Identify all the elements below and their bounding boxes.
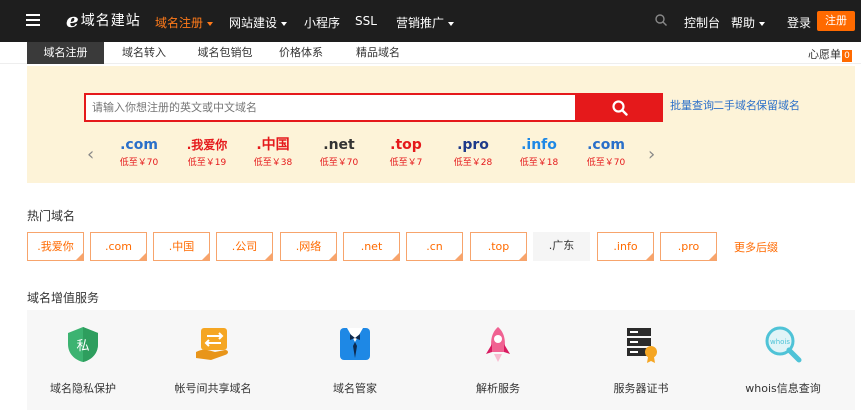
server-certificate-icon: [627, 328, 657, 363]
hot-tag[interactable]: .网络: [280, 232, 337, 261]
value-services-panel: 私 域名隐私保护 帐号间共享域名 域名管家 解析服务 服务器证书 whois w…: [27, 310, 855, 410]
service-item-certificate[interactable]: 服务器证书: [586, 324, 696, 396]
hot-tag[interactable]: .net: [343, 232, 400, 261]
hot-tag[interactable]: .公司: [216, 232, 273, 261]
domain-search-button[interactable]: [577, 93, 663, 122]
second-hand-domain-link[interactable]: 二手域名: [713, 97, 757, 113]
svg-text:whois: whois: [770, 338, 790, 346]
tld-card[interactable]: .com 低至￥70: [109, 137, 169, 168]
hot-domains-title: 热门域名: [27, 209, 76, 223]
tld-card[interactable]: .info 低至￥18: [509, 137, 569, 168]
search-icon: [612, 99, 628, 116]
tab-price-system[interactable]: 价格体系: [272, 42, 330, 64]
logo-text: 域名建站: [80, 13, 141, 29]
nav-item-marketing[interactable]: 营销推广: [396, 14, 455, 31]
hot-tag[interactable]: .pro: [660, 232, 717, 261]
tld-card[interactable]: .top 低至￥7: [376, 137, 436, 168]
reserved-domain-link[interactable]: 保留域名: [756, 97, 800, 113]
login-link[interactable]: 登录: [787, 14, 811, 31]
hot-tag[interactable]: .广东: [533, 232, 590, 261]
hot-tag[interactable]: .com: [90, 232, 147, 261]
nav-item-website-build[interactable]: 网站建设: [229, 14, 288, 31]
console-link[interactable]: 控制台: [684, 14, 720, 31]
butler-icon: [340, 328, 370, 360]
whois-search-icon: whois: [765, 326, 802, 363]
chevron-left-icon[interactable]: ‹: [87, 144, 94, 165]
chevron-down-icon: [281, 21, 288, 26]
nav-item-ssl[interactable]: SSL: [355, 14, 377, 28]
chevron-down-icon: [759, 21, 766, 26]
tab-domain-transfer[interactable]: 域名转入: [114, 42, 174, 64]
sub-navbar: 域名注册 域名转入 域名包销包 价格体系 精品域名 心愿单 0: [0, 42, 861, 64]
more-suffixes-link[interactable]: 更多后缀: [734, 239, 778, 255]
hot-tag[interactable]: .cn: [406, 232, 463, 261]
service-item-butler[interactable]: 域名管家: [300, 324, 410, 396]
hot-tag[interactable]: .中国: [153, 232, 210, 261]
service-item-dns[interactable]: 解析服务: [443, 324, 553, 396]
hot-tag[interactable]: .info: [597, 232, 654, 261]
tab-domain-package[interactable]: 域名包销包: [190, 42, 260, 64]
nav-item-domain-register[interactable]: 域名注册: [155, 14, 214, 31]
rocket-icon: [486, 327, 510, 362]
chevron-down-icon: [448, 21, 455, 26]
top-navbar: e 域名建站 域名注册 网站建设 小程序 SSL 营销推广 控制台 帮助 登录 …: [0, 0, 861, 42]
hot-tag[interactable]: .top: [470, 232, 527, 261]
svg-text:私: 私: [76, 339, 89, 354]
help-menu[interactable]: 帮助: [731, 14, 766, 31]
domain-search-input[interactable]: [86, 95, 575, 120]
service-item-share[interactable]: 帐号间共享域名: [158, 324, 268, 396]
service-item-whois[interactable]: whois whois信息查询: [728, 324, 838, 396]
privacy-shield-icon: 私: [68, 327, 98, 362]
tld-card[interactable]: .net 低至￥70: [309, 137, 369, 168]
wishlist-link[interactable]: 心愿单 0: [808, 46, 852, 62]
site-logo[interactable]: e 域名建站: [66, 10, 141, 30]
search-icon[interactable]: [655, 14, 667, 26]
nav-item-mini-program[interactable]: 小程序: [304, 14, 340, 31]
service-item-privacy[interactable]: 私 域名隐私保护: [28, 324, 138, 396]
tab-premium-domain[interactable]: 精品域名: [348, 42, 408, 64]
menu-icon[interactable]: [26, 14, 40, 26]
domain-search-hero: 批量查询 二手域名 保留域名 ‹ › .com低至￥70 .我爱你低至￥19 .…: [27, 66, 855, 183]
share-hand-icon: [196, 328, 228, 360]
tab-domain-register[interactable]: 域名注册: [27, 42, 104, 64]
chevron-down-icon: [207, 21, 214, 26]
tld-card[interactable]: .我爱你 低至￥19: [177, 137, 237, 168]
hot-tag[interactable]: .我爱你: [27, 232, 84, 261]
tld-card[interactable]: .中国 低至￥38: [243, 137, 303, 168]
chevron-right-icon[interactable]: ›: [648, 144, 655, 165]
tld-card[interactable]: .com 低至￥70: [576, 137, 636, 168]
wishlist-count-badge: 0: [842, 50, 852, 62]
tld-card[interactable]: .pro 低至￥28: [443, 137, 503, 168]
logo-e-icon: e: [66, 8, 79, 32]
value-services-title: 域名增值服务: [27, 291, 100, 305]
batch-query-link[interactable]: 批量查询: [670, 97, 714, 113]
register-button[interactable]: 注册: [817, 11, 855, 31]
search-box: [84, 93, 577, 122]
